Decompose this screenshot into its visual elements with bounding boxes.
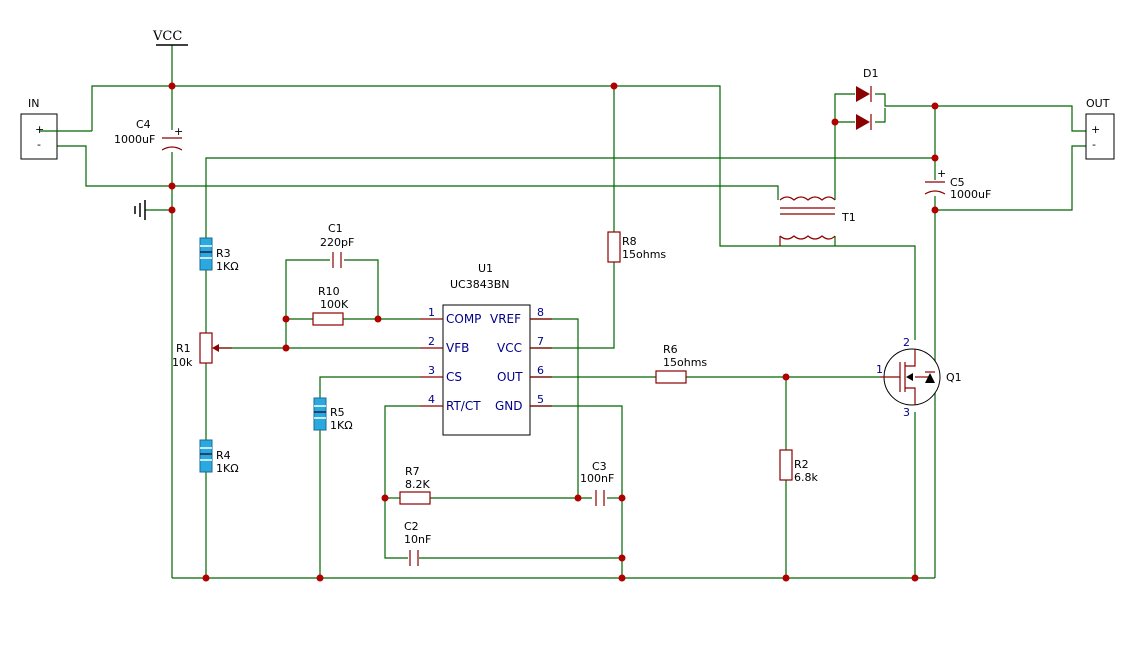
r7-value: 8.2K [405, 478, 430, 491]
r2-value: 6.8k [794, 471, 818, 484]
u1-pin-vref: VREF [490, 312, 521, 326]
capacitor-c3[interactable]: C3 100nF [580, 460, 614, 506]
c1-ref: C1 [328, 222, 343, 235]
r4-ref: R4 [216, 449, 231, 462]
connector-in-plus: + [35, 123, 44, 136]
r3-ref: R3 [216, 247, 231, 260]
r3-value: 1KΩ [216, 260, 239, 273]
connector-in-minus: - [37, 138, 41, 151]
r10-ref: R10 [318, 285, 340, 298]
connector-out-plus: + [1091, 123, 1100, 136]
q1-ref: Q1 [946, 371, 962, 384]
r1-value: 10k [172, 356, 193, 369]
u1-pin-vfb: VFB [446, 341, 469, 355]
potentiometer-r1[interactable]: R1 10k [172, 332, 232, 369]
wires [40, 45, 1090, 579]
u1-pin4-num: 4 [428, 393, 435, 406]
capacitor-c4[interactable]: + C4 1000uF [114, 118, 183, 151]
r2-ref: R2 [794, 458, 809, 471]
q1-pin-drain: 2 [903, 336, 910, 349]
r1-ref: R1 [176, 342, 191, 355]
u1-pin8-num: 8 [537, 306, 544, 319]
diode-d1[interactable]: D1 [856, 67, 878, 130]
u1-pin-out: OUT [497, 370, 523, 384]
ic-u1[interactable]: U1 UC3843BN 1 2 3 4 8 7 6 5 COMP VFB CS … [420, 262, 552, 436]
connector-in[interactable]: IN + - [20, 97, 92, 160]
schematic-canvas: VCC IN + - OUT + - + C4 1000uF + C5 1000… [20, 29, 1115, 582]
connector-in-label: IN [28, 97, 39, 110]
vcc-label: VCC [152, 29, 182, 44]
c4-value: 1000uF [114, 133, 155, 146]
r5-ref: R5 [330, 406, 345, 419]
r4-value: 1KΩ [216, 462, 239, 475]
u1-pin2-num: 2 [428, 335, 435, 348]
u1-part: UC3843BN [450, 278, 510, 291]
resistor-r3[interactable]: R3 1KΩ [199, 237, 239, 273]
c5-value: 1000uF [950, 188, 991, 201]
u1-pin6-num: 6 [537, 364, 544, 377]
resistor-r5[interactable]: R5 1KΩ [313, 397, 353, 432]
c3-value: 100nF [580, 472, 614, 485]
c2-value: 10nF [404, 533, 431, 546]
u1-pin-cs: CS [446, 370, 462, 384]
junctions [168, 82, 939, 582]
capacitor-c2[interactable]: C2 10nF [404, 520, 431, 566]
u1-pin7-num: 7 [537, 335, 544, 348]
r6-ref: R6 [663, 343, 678, 356]
r7-ref: R7 [405, 465, 420, 478]
u1-ref: U1 [478, 262, 493, 275]
r8-ref: R8 [622, 235, 637, 248]
c2-ref: C2 [404, 520, 419, 533]
u1-pin5-num: 5 [537, 393, 544, 406]
r6-value: 15ohms [663, 356, 707, 369]
connector-out-minus: - [1092, 138, 1096, 151]
c4-ref: C4 [136, 118, 151, 131]
d1-ref: D1 [863, 67, 878, 80]
resistor-r7[interactable]: R7 8.2K [399, 465, 431, 505]
c1-value: 220pF [320, 236, 354, 249]
resistor-r4[interactable]: R4 1KΩ [199, 439, 239, 475]
transformer-t1[interactable]: T1 [779, 196, 856, 246]
u1-pin-vcc: VCC [497, 341, 522, 355]
r8-value: 15ohms [622, 248, 666, 261]
resistor-r2[interactable]: R2 6.8k [779, 449, 818, 484]
svg-text:+: + [937, 167, 946, 180]
q1-pin-source: 3 [903, 406, 910, 419]
u1-pin-gnd: GND [495, 399, 523, 413]
u1-pin1-num: 1 [428, 306, 435, 319]
q1-pin-gate: 1 [876, 363, 883, 376]
vcc-symbol: VCC [152, 29, 188, 46]
u1-pin-rtct: RT/CT [446, 399, 481, 413]
connector-out-label: OUT [1086, 97, 1110, 110]
u1-pin3-num: 3 [428, 364, 435, 377]
connector-out[interactable]: OUT + - [1085, 97, 1115, 160]
r5-value: 1KΩ [330, 419, 353, 432]
capacitor-c1[interactable]: C1 220pF [320, 222, 354, 268]
resistor-r8[interactable]: R8 15ohms [607, 231, 666, 263]
resistor-r10[interactable]: R10 100K [312, 285, 349, 326]
u1-pin-comp: COMP [446, 312, 481, 326]
t1-ref: T1 [841, 211, 856, 224]
ground-icon [134, 200, 146, 220]
mosfet-q1[interactable]: 1 2 3 Q1 [876, 336, 962, 419]
svg-text:+: + [174, 125, 183, 138]
r10-value: 100K [320, 298, 349, 311]
